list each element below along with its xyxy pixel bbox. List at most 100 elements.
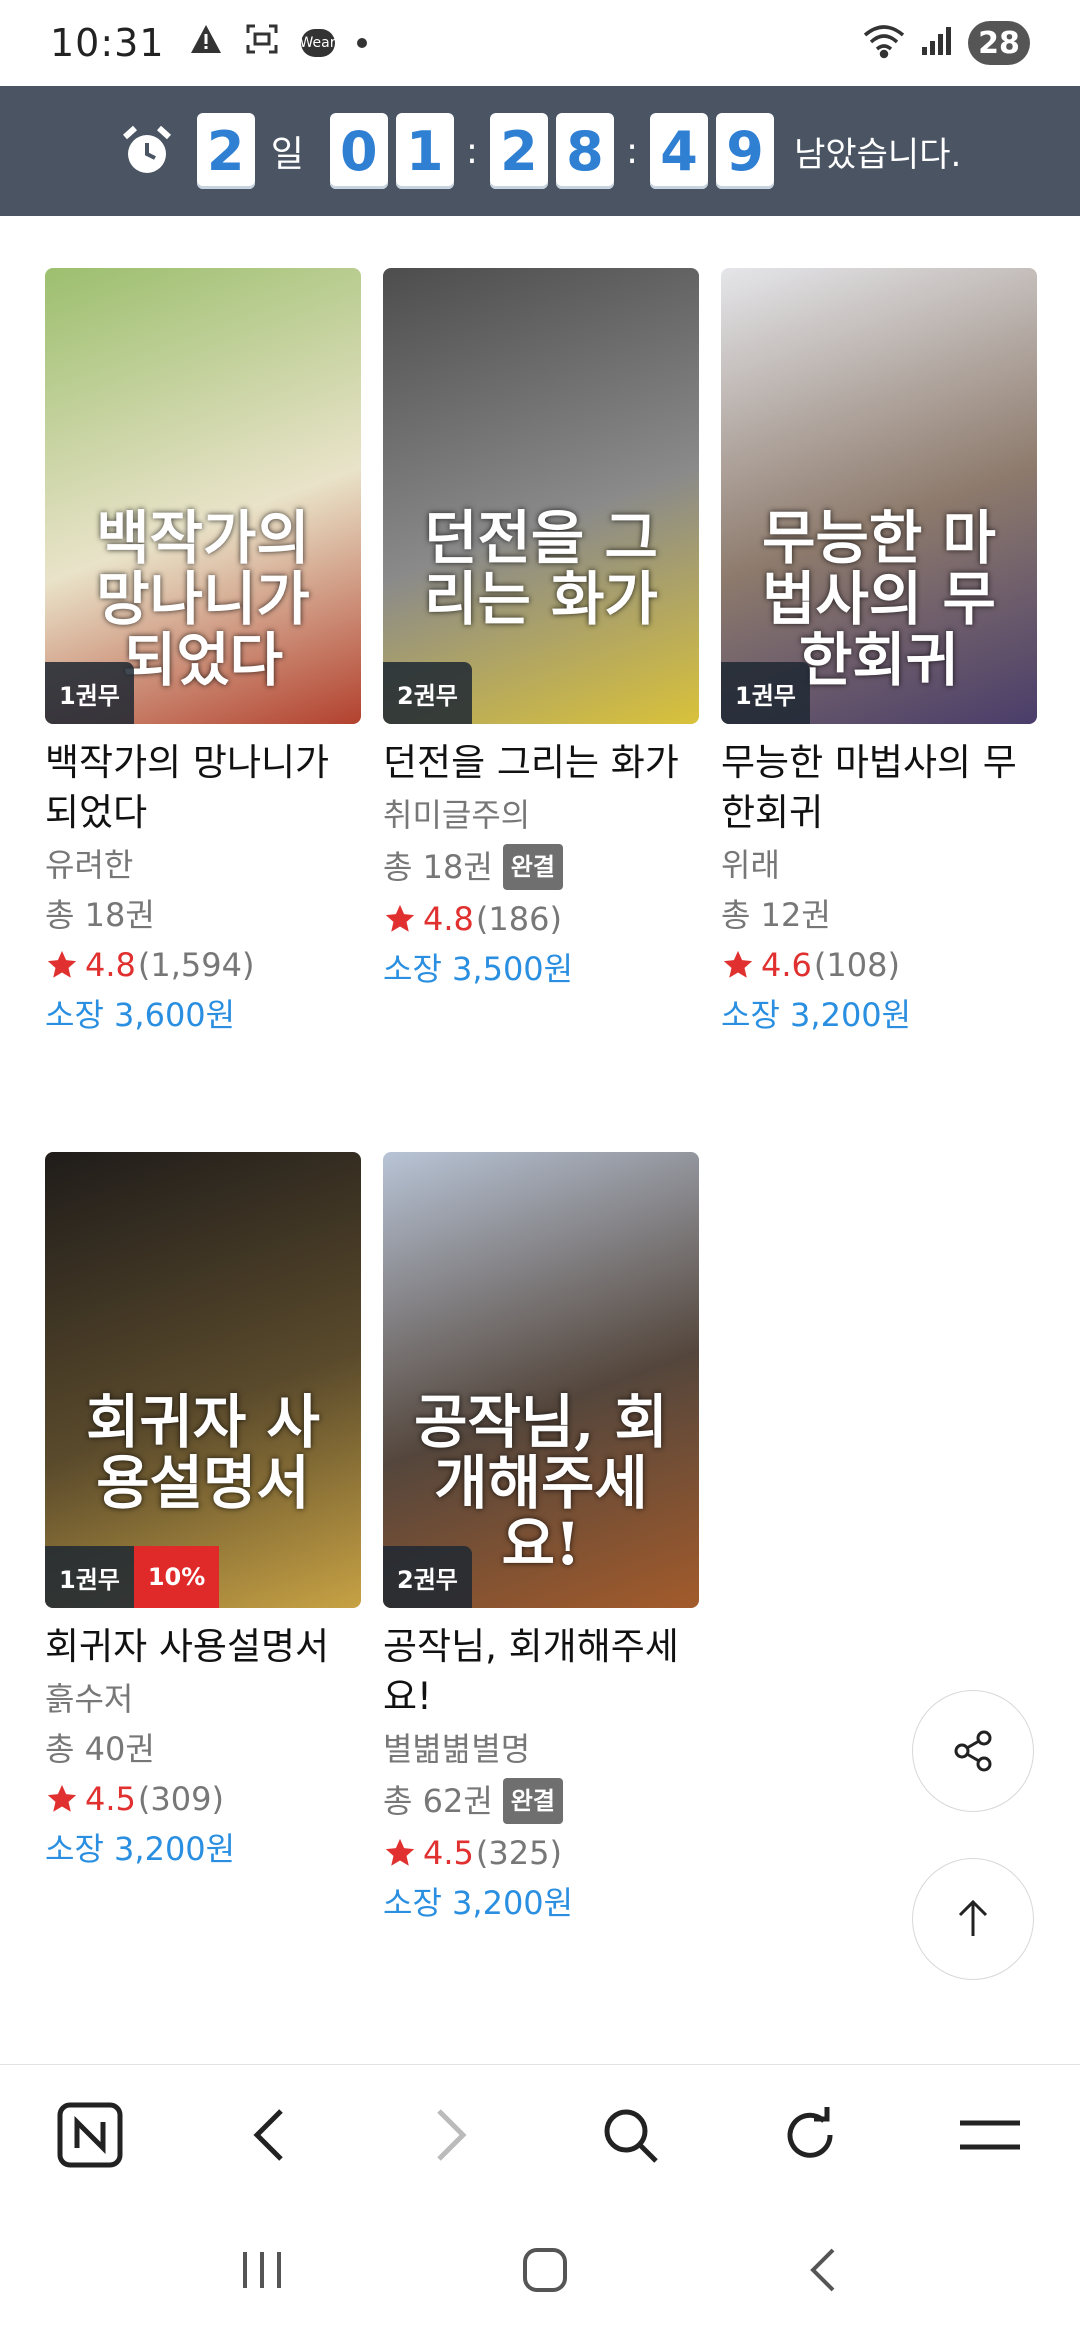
rating-count: (108) bbox=[813, 946, 900, 984]
countdown-minutes-ones: 8 bbox=[555, 113, 614, 189]
book-cover[interactable]: 회귀자 사용설명서 1권무 10% bbox=[45, 1152, 361, 1608]
free-volume-badge: 2권무 bbox=[383, 662, 472, 724]
rating-count: (309) bbox=[137, 1780, 224, 1818]
warning-icon bbox=[189, 23, 223, 64]
back-chevron-icon bbox=[810, 2248, 835, 2292]
book-title[interactable]: 회귀자 사용설명서 bbox=[45, 1622, 361, 1672]
back-button[interactable] bbox=[225, 2090, 315, 2180]
completed-badge: 완결 bbox=[502, 844, 563, 890]
refresh-button[interactable] bbox=[765, 2090, 855, 2180]
share-icon bbox=[954, 1730, 992, 1772]
star-icon bbox=[723, 950, 753, 978]
status-time: 10:31 bbox=[50, 21, 165, 65]
countdown-days: 2 bbox=[196, 113, 255, 189]
countdown-hours-tens: 0 bbox=[329, 113, 388, 189]
volume-count: 총 40권 bbox=[45, 1730, 155, 1768]
rating-value: 4.6 bbox=[761, 946, 812, 984]
book-price: 소장 3,200원 bbox=[45, 1830, 236, 1868]
book-title[interactable]: 백작가의 망나니가 되었다 bbox=[45, 738, 361, 838]
book-card[interactable]: 무능한 마법사의 무한회귀 1권무 무능한 마법사의 무한회귀 위래 총 12권… bbox=[721, 268, 1037, 1036]
free-volume-badge: 2권무 bbox=[383, 1546, 472, 1608]
volume-count: 총 18권 bbox=[383, 848, 493, 886]
countdown-seconds-tens: 4 bbox=[650, 113, 709, 189]
arrow-up-icon bbox=[958, 1899, 988, 1936]
recent-apps-icon bbox=[242, 2252, 281, 2288]
free-volume-label: 1권무 bbox=[45, 1546, 134, 1608]
rating-count: (1,594) bbox=[137, 946, 255, 984]
countdown-day-unit: 일 bbox=[270, 134, 304, 175]
refresh-icon bbox=[787, 2106, 833, 2158]
star-icon bbox=[385, 1838, 415, 1866]
system-back-button[interactable] bbox=[803, 2245, 843, 2299]
chevron-left-icon bbox=[253, 2108, 283, 2161]
book-author[interactable]: 유려한 bbox=[45, 844, 361, 886]
home-icon bbox=[522, 2248, 567, 2292]
battery-indicator: 28 bbox=[968, 21, 1030, 65]
free-volume-badge: 1권무 bbox=[45, 662, 134, 724]
book-rating: 4.8 (186) bbox=[383, 898, 699, 940]
volume-count: 총 62권 bbox=[383, 1782, 493, 1820]
notification-icons: Wear bbox=[189, 23, 367, 64]
scroll-to-top-button[interactable] bbox=[912, 1858, 1034, 1980]
rating-value: 4.8 bbox=[85, 946, 136, 984]
star-icon bbox=[47, 950, 77, 978]
book-card[interactable]: 공작님, 회개해주세요! 2권무 공작님, 회개해주세요! 별볆볆별명 총 62… bbox=[383, 1152, 699, 1924]
volume-count: 총 18권 bbox=[45, 896, 155, 934]
rating-value: 4.8 bbox=[423, 900, 474, 938]
book-title[interactable]: 공작님, 회개해주세요! bbox=[383, 1622, 699, 1722]
naver-home-button[interactable] bbox=[45, 2090, 135, 2180]
countdown-tail-text: 남았습니다. bbox=[794, 134, 962, 175]
wear-icon: Wear bbox=[300, 29, 336, 57]
completed-badge: 완결 bbox=[502, 1778, 563, 1824]
rating-count: (325) bbox=[475, 1834, 562, 1872]
alarm-clock-icon bbox=[119, 123, 175, 179]
star-icon bbox=[385, 904, 415, 932]
book-volumes: 총 12권 bbox=[721, 894, 1037, 936]
book-title[interactable]: 무능한 마법사의 무한회귀 bbox=[721, 738, 1037, 838]
book-cover[interactable]: 던전을 그리는 화가 2권무 bbox=[383, 268, 699, 724]
book-price: 소장 3,500원 bbox=[383, 950, 574, 988]
book-title[interactable]: 던전을 그리는 화가 bbox=[383, 738, 699, 788]
recent-apps-button[interactable] bbox=[237, 2248, 287, 2296]
cover-title-art: 던전을 그리는 화가 bbox=[424, 504, 658, 633]
book-volumes: 총 40권 bbox=[45, 1728, 361, 1770]
volume-count: 총 12권 bbox=[721, 896, 831, 934]
star-icon bbox=[47, 1784, 77, 1812]
book-card[interactable]: 회귀자 사용설명서 1권무 10% 회귀자 사용설명서 흙수저 총 40권 4.… bbox=[45, 1152, 361, 1870]
forward-button[interactable] bbox=[405, 2090, 495, 2180]
naver-n-icon bbox=[57, 2102, 123, 2167]
book-price: 소장 3,600원 bbox=[45, 996, 236, 1034]
rating-value: 4.5 bbox=[423, 1834, 474, 1872]
book-cover[interactable]: 공작님, 회개해주세요! 2권무 bbox=[383, 1152, 699, 1608]
book-card[interactable]: 백작가의 망나니가 되었다 1권무 백작가의 망나니가 되었다 유려한 총 18… bbox=[45, 268, 361, 1036]
book-cover[interactable]: 백작가의 망나니가 되었다 1권무 bbox=[45, 268, 361, 724]
hamburger-menu-icon bbox=[960, 2120, 1020, 2149]
book-card[interactable]: 던전을 그리는 화가 2권무 던전을 그리는 화가 취미글주의 총 18권 완결… bbox=[383, 268, 699, 990]
book-author[interactable]: 별볆볆별명 bbox=[383, 1728, 699, 1770]
countdown-minutes-tens: 2 bbox=[489, 113, 548, 189]
discount-badge: 10% bbox=[133, 1546, 220, 1608]
search-button[interactable] bbox=[585, 2090, 675, 2180]
more-notifications-dot bbox=[356, 38, 367, 48]
system-navigation-bar bbox=[0, 2204, 1080, 2340]
book-rating: 4.5 (325) bbox=[383, 1832, 699, 1874]
free-volume-label: 2권무 bbox=[383, 1546, 472, 1608]
menu-button[interactable] bbox=[945, 2090, 1035, 2180]
share-button[interactable] bbox=[912, 1690, 1034, 1812]
home-button[interactable] bbox=[520, 2245, 570, 2299]
signal-icon bbox=[920, 25, 954, 61]
book-price: 소장 3,200원 bbox=[383, 1884, 574, 1922]
free-volume-label: 2권무 bbox=[383, 662, 472, 724]
book-author[interactable]: 취미글주의 bbox=[383, 794, 699, 836]
free-volume-badge: 1권무 bbox=[721, 662, 810, 724]
countdown-banner: 2 일 0 1 : 2 8 : 4 9 남았습니다. bbox=[0, 86, 1080, 216]
book-author[interactable]: 흙수저 bbox=[45, 1678, 361, 1720]
book-volumes: 총 18권 완결 bbox=[383, 844, 699, 890]
rating-count: (186) bbox=[475, 900, 562, 938]
book-author[interactable]: 위래 bbox=[721, 844, 1037, 886]
chevron-right-icon bbox=[437, 2108, 467, 2161]
cover-title-art: 회귀자 사용설명서 bbox=[86, 1388, 320, 1517]
book-volumes: 총 18권 bbox=[45, 894, 361, 936]
book-volumes: 총 62권 완결 bbox=[383, 1778, 699, 1824]
book-cover[interactable]: 무능한 마법사의 무한회귀 1권무 bbox=[721, 268, 1037, 724]
